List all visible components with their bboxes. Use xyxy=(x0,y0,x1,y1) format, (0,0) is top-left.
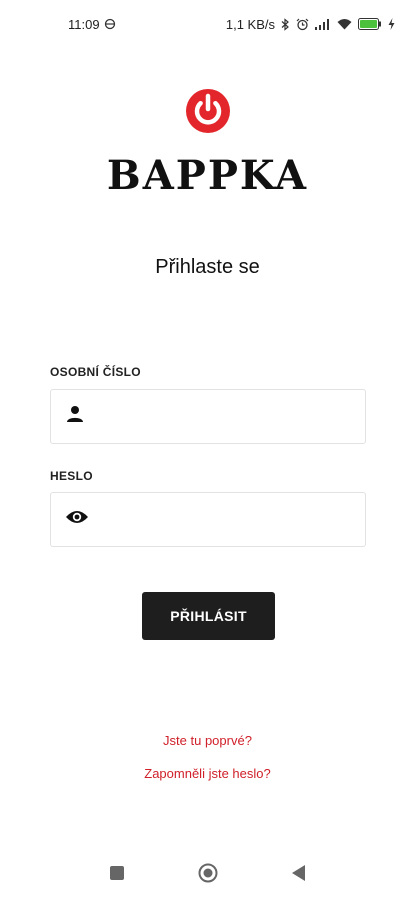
home-icon[interactable] xyxy=(198,863,218,888)
alarm-icon xyxy=(296,18,309,31)
first-time-link[interactable]: Jste tu poprvé? xyxy=(0,733,415,748)
brand-logo xyxy=(0,88,415,139)
eye-icon[interactable] xyxy=(65,509,89,530)
page-title: Přihlaste se xyxy=(155,256,260,278)
signal-icon xyxy=(315,18,331,30)
nav-bar xyxy=(0,850,415,900)
status-time: 11:09 xyxy=(68,16,100,32)
personal-number-label: OSOBNÍ ČÍSLO xyxy=(50,365,141,379)
wifi-icon xyxy=(337,18,352,30)
back-icon[interactable] xyxy=(291,864,306,886)
password-label: HESLO xyxy=(50,469,93,483)
personal-number-field[interactable] xyxy=(50,389,366,444)
brand-name: BAPPKA xyxy=(106,152,309,199)
password-field[interactable] xyxy=(50,492,366,547)
person-icon xyxy=(65,404,85,429)
net-speed: 1,1 KB/s xyxy=(225,16,275,32)
forgot-password-link[interactable]: Zapomněli jste heslo? xyxy=(0,766,415,781)
login-button[interactable]: PŘIHLÁSIT xyxy=(142,592,275,640)
password-input[interactable] xyxy=(101,492,365,547)
recents-icon[interactable] xyxy=(109,865,124,885)
vpn-icon xyxy=(104,18,116,30)
charging-icon xyxy=(388,18,395,30)
bluetooth-icon xyxy=(281,17,290,31)
power-icon xyxy=(185,89,230,133)
status-bar: 11:09 1,1 KB/s xyxy=(0,0,415,48)
personal-number-input[interactable] xyxy=(97,389,365,444)
battery-icon xyxy=(358,18,382,30)
